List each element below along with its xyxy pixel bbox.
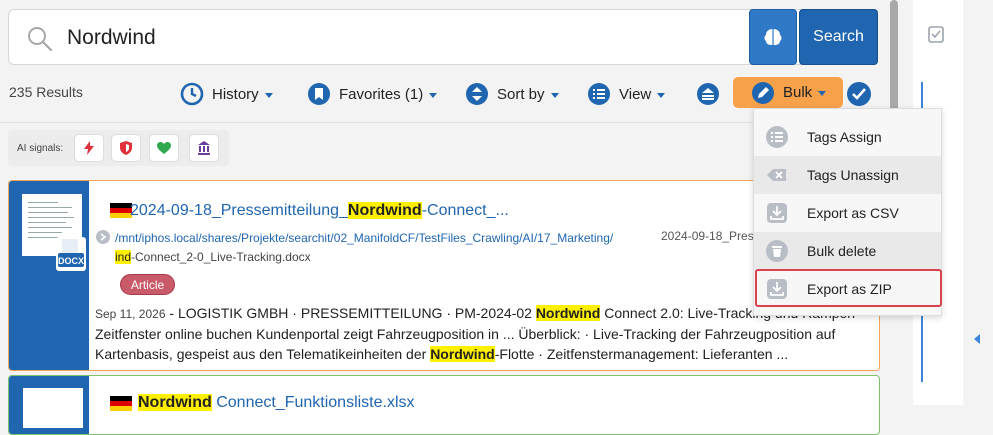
- path-line-1: /mnt/iphos.local/shares/Projekte/searchi…: [115, 231, 614, 245]
- spreadsheet-thumbnail[interactable]: [23, 388, 83, 428]
- stack-toggle[interactable]: [696, 80, 728, 108]
- title-highlight: Nordwind: [347, 202, 422, 219]
- right-gutter: [963, 0, 993, 405]
- heart-icon: [157, 141, 171, 154]
- ai-signal-bolt[interactable]: [74, 134, 104, 162]
- title-text-post: Connect_Funktionsliste.xlsx: [211, 394, 415, 411]
- chevron-down-icon: [657, 92, 666, 98]
- menu-item-tags-assign[interactable]: Tags Assign: [754, 118, 941, 156]
- scrollbar-thumb[interactable]: [890, 0, 898, 118]
- result-count: 235 Results: [9, 84, 83, 100]
- snippet-c: -Flotte · Zeitfenstermanagement: Liefera…: [494, 346, 789, 362]
- bulk-button[interactable]: Bulk: [733, 77, 843, 108]
- menu-item-label: Export as CSV: [807, 205, 899, 221]
- select-all-check-icon[interactable]: [846, 81, 872, 107]
- menu-item-bulk-delete[interactable]: Bulk delete: [754, 232, 941, 270]
- stack-icon: [697, 83, 719, 105]
- sort-icon: [466, 83, 488, 105]
- chevron-down-icon: [264, 92, 273, 98]
- snippet-highlight: Nordwind: [430, 346, 495, 362]
- menu-item-tags-unassign[interactable]: Tags Unassign: [754, 156, 941, 194]
- favorites-menu[interactable]: Favorites (1): [307, 80, 438, 108]
- tags-assign-icon: [766, 126, 788, 148]
- result-snippet: Sep 11, 2026 - LOGISTIK GMBH · PRESSEMIT…: [95, 303, 865, 364]
- docx-file-icon: DOCX: [56, 237, 86, 271]
- sort-label: Sort by: [497, 85, 545, 103]
- sort-menu[interactable]: Sort by: [465, 80, 559, 108]
- ai-search-button[interactable]: [749, 9, 797, 65]
- menu-item-label: Bulk delete: [807, 243, 877, 259]
- title-highlight: Nordwind: [138, 394, 212, 411]
- tags-unassign-icon: [767, 169, 786, 181]
- title-text-pre: 2024-09-18_Pressemitteilung_: [130, 202, 348, 219]
- result-title-link[interactable]: 2024-09-18_Pressemitteilung_Nordwind-Con…: [130, 202, 509, 220]
- collapse-arrow-icon[interactable]: [973, 334, 981, 344]
- ai-signals-label: AI signals:: [17, 143, 64, 154]
- menu-item-focus-outline: [755, 269, 942, 307]
- menu-item-label: Tags Unassign: [807, 167, 899, 183]
- search-icon: [28, 27, 53, 52]
- result-path-link[interactable]: /mnt/iphos.local/shares/Projekte/searchi…: [115, 229, 655, 267]
- german-flag-icon: [110, 396, 132, 411]
- snippet-highlight: Nordwind: [535, 305, 601, 321]
- ai-signal-building[interactable]: [189, 134, 219, 162]
- arrow-right-circle-icon: [96, 230, 110, 244]
- ai-signal-heart[interactable]: [149, 134, 179, 162]
- menu-item-export-csv[interactable]: Export as CSV: [754, 194, 941, 232]
- search-input[interactable]: [65, 22, 729, 54]
- path-highlight: ind: [115, 250, 132, 264]
- ai-signal-shield[interactable]: [111, 134, 141, 162]
- favorites-label: Favorites (1): [339, 85, 424, 103]
- history-menu[interactable]: History: [180, 80, 273, 108]
- view-label: View: [619, 85, 652, 103]
- clipboard-check-icon[interactable]: [927, 25, 945, 43]
- article-badge[interactable]: Article: [120, 274, 175, 295]
- german-flag-icon: [110, 203, 132, 218]
- search-box: [8, 9, 878, 65]
- chevron-down-icon: [429, 92, 438, 98]
- title-text-post: -Connect_...: [421, 202, 509, 219]
- list-view-icon: [588, 83, 610, 105]
- brain-icon: [764, 29, 782, 45]
- chevron-down-icon: [818, 91, 827, 96]
- bulk-label: Bulk: [783, 84, 813, 101]
- search-button[interactable]: Search: [799, 9, 878, 65]
- menu-item-label: Tags Assign: [807, 129, 882, 145]
- result-title-link[interactable]: Nordwind Connect_Funktionsliste.xlsx: [138, 394, 415, 412]
- shield-icon: [120, 141, 132, 155]
- path-line-2: -Connect_2-0_Live-Tracking.docx: [131, 250, 311, 264]
- trash-icon: [766, 240, 788, 262]
- lightning-icon: [84, 141, 94, 155]
- history-icon: [180, 82, 204, 106]
- result-path-date: 2024-09-18_Pres: [661, 229, 754, 243]
- pencil-icon: [752, 81, 774, 104]
- result-date: Sep 11, 2026: [95, 307, 166, 321]
- building-icon: [198, 141, 210, 155]
- snippet-a: - LOGISTIK GMBH · PRESSEMITTEILUNG · PM-…: [165, 305, 536, 321]
- export-icon: [767, 203, 787, 223]
- chevron-down-icon: [550, 92, 559, 98]
- history-label: History: [212, 85, 259, 103]
- docx-label: DOCX: [58, 256, 84, 266]
- bookmark-icon: [308, 83, 330, 105]
- view-menu[interactable]: View: [587, 80, 666, 108]
